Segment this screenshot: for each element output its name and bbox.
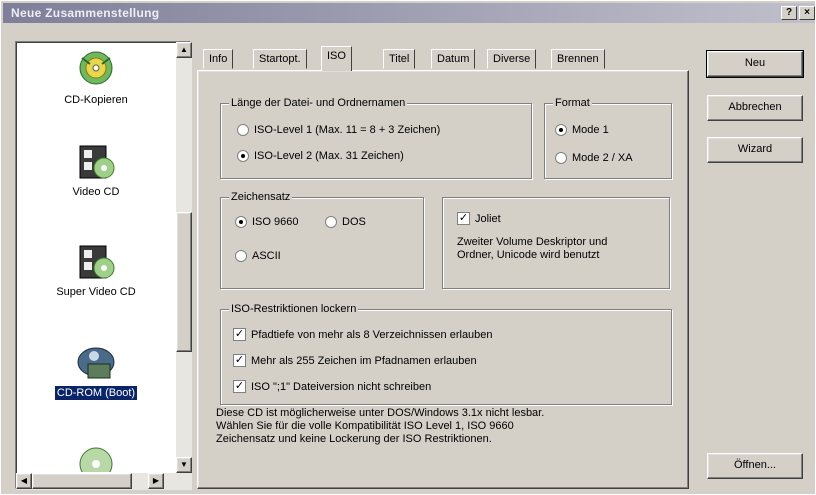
radio-indicator — [237, 124, 249, 136]
radio-indicator — [325, 216, 337, 228]
option-label: ISO 9660 — [252, 216, 299, 228]
mode-2-xa-radio[interactable]: Mode 2 / XA — [555, 152, 633, 164]
new-button[interactable]: Neu — [706, 50, 804, 78]
scroll-right-button[interactable]: ▶ — [148, 473, 164, 489]
tab-info[interactable]: Info — [203, 49, 234, 69]
scroll-thumb[interactable] — [176, 212, 192, 352]
title-bar[interactable]: Neue Zusammenstellung ? × — [3, 3, 815, 23]
iso-restrictions-group: ISO-Restriktionen lockern ✓ Pfadtiefe vo… — [220, 303, 672, 405]
path-depth-checkbox[interactable]: ✓ Pfadtiefe von mehr als 8 Verzeichnisse… — [233, 328, 493, 341]
video-cd-icon — [72, 142, 120, 182]
dos-radio[interactable]: DOS — [325, 216, 366, 228]
compatibility-note: Diese CD ist möglicherweise unter DOS/Wi… — [216, 407, 676, 446]
window-title: Neue Zusammenstellung — [11, 6, 160, 20]
joliet-group: ✓ Joliet Zweiter Volume Deskriptor und O… — [442, 197, 670, 289]
group-title: Format — [553, 97, 592, 109]
group-title: ISO-Restriktionen lockern — [229, 303, 359, 315]
tab-diverse[interactable]: Diverse — [487, 49, 537, 69]
close-button[interactable]: × — [799, 6, 815, 20]
super-video-cd-icon — [72, 242, 120, 282]
mode-1-radio[interactable]: Mode 1 — [555, 124, 609, 136]
hscroll-thumb[interactable] — [32, 473, 132, 489]
option-label: Mode 2 / XA — [572, 152, 633, 164]
name-length-group: Länge der Datei- und Ordnernamen ISO-Lev… — [220, 97, 532, 179]
list-item-label: Video CD — [72, 186, 120, 198]
iso-9660-radio[interactable]: ISO 9660 — [235, 216, 298, 228]
list-item-super-video-cd[interactable]: Super Video CD — [16, 242, 176, 298]
joliet-description: Zweiter Volume Deskriptor und Ordner, Un… — [457, 236, 607, 262]
checkbox-indicator: ✓ — [233, 354, 246, 367]
iso-level-1-radio[interactable]: ISO-Level 1 (Max. 11 = 8 + 3 Zeichen) — [237, 124, 440, 136]
tab-iso[interactable]: ISO — [321, 46, 352, 71]
list-item-label: CD-ROM (Boot) — [53, 385, 139, 401]
list-horizontal-scrollbar[interactable]: ◀ ▶ — [16, 473, 192, 490]
scroll-down-button[interactable]: ▼ — [176, 457, 192, 473]
option-label: Mode 1 — [572, 124, 609, 136]
iso-level-2-radio[interactable]: ISO-Level 2 (Max. 31 Zeichen) — [237, 150, 404, 162]
group-title: Zeichensatz — [229, 191, 293, 203]
cd-copy-icon — [72, 50, 120, 90]
scroll-up-button[interactable]: ▲ — [176, 42, 192, 58]
option-label: Joliet — [475, 212, 501, 225]
checkbox-indicator: ✓ — [233, 328, 246, 341]
option-label: DOS — [342, 216, 366, 228]
option-label: ISO ";1" Dateiversion nicht schreiben — [251, 380, 432, 393]
checkbox-indicator: ✓ — [457, 212, 470, 225]
option-label: Mehr als 255 Zeichen im Pfadnamen erlaub… — [251, 354, 477, 367]
radio-indicator — [235, 216, 247, 228]
note-line: Zeichensatz und keine Lockerung der ISO … — [216, 433, 492, 445]
wizard-button[interactable]: Wizard — [707, 137, 803, 163]
radio-indicator — [555, 124, 567, 136]
tab-startopt[interactable]: Startopt. — [253, 49, 307, 69]
file-version-checkbox[interactable]: ✓ ISO ";1" Dateiversion nicht schreiben — [233, 380, 431, 393]
list-item-label: Super Video CD — [56, 286, 136, 298]
tab-brennen[interactable]: Brennen — [551, 49, 605, 69]
list-item-video-cd[interactable]: Video CD — [16, 142, 176, 198]
option-label: Pfadtiefe von mehr als 8 Verzeichnissen … — [251, 328, 493, 341]
description-line: Ordner, Unicode wird benutzt — [457, 249, 600, 261]
tab-titel[interactable]: Titel — [383, 49, 416, 69]
cancel-button[interactable]: Abbrechen — [707, 95, 803, 121]
radio-indicator — [237, 150, 249, 162]
tab-datum[interactable]: Datum — [431, 49, 476, 69]
option-label: ISO-Level 1 (Max. 11 = 8 + 3 Zeichen) — [254, 124, 441, 136]
joliet-checkbox[interactable]: ✓ Joliet — [457, 212, 501, 225]
charset-group: Zeichensatz ISO 9660 DOS ASCII — [220, 191, 424, 289]
checkbox-indicator: ✓ — [233, 380, 246, 393]
radio-indicator — [235, 250, 247, 262]
note-line: Diese CD ist möglicherweise unter DOS/Wi… — [216, 407, 545, 419]
cd-rom-boot-icon — [72, 342, 120, 382]
help-button[interactable]: ? — [781, 6, 797, 20]
format-group: Format Mode 1 Mode 2 / XA — [544, 97, 672, 179]
radio-indicator — [555, 152, 567, 164]
open-button[interactable]: Öffnen... — [707, 453, 803, 479]
new-compilation-dialog: Neue Zusammenstellung ? × CD-Kopieren Vi… — [0, 0, 816, 495]
list-item-cd-rom-boot[interactable]: CD-ROM (Boot) — [16, 342, 176, 401]
long-pathname-checkbox[interactable]: ✓ Mehr als 255 Zeichen im Pfadnamen erla… — [233, 354, 477, 367]
note-line: Wählen Sie für die volle Kompatibilität … — [216, 420, 514, 432]
option-label: ISO-Level 2 (Max. 31 Zeichen) — [254, 150, 404, 162]
iso-tab-panel: Länge der Datei- und Ordnernamen ISO-Lev… — [197, 70, 689, 489]
group-title: Länge der Datei- und Ordnernamen — [229, 97, 408, 109]
list-item-cd-copy[interactable]: CD-Kopieren — [16, 50, 176, 106]
list-vertical-scrollbar[interactable]: ▲ ▼ — [176, 42, 192, 473]
scroll-left-button[interactable]: ◀ — [16, 473, 32, 489]
option-label: ASCII — [252, 250, 281, 262]
project-type-list[interactable]: CD-Kopieren Video CD Super Video CD CD-R… — [15, 41, 192, 490]
description-line: Zweiter Volume Deskriptor und — [457, 236, 608, 248]
ascii-radio[interactable]: ASCII — [235, 250, 281, 262]
list-item-label: CD-Kopieren — [64, 94, 128, 106]
